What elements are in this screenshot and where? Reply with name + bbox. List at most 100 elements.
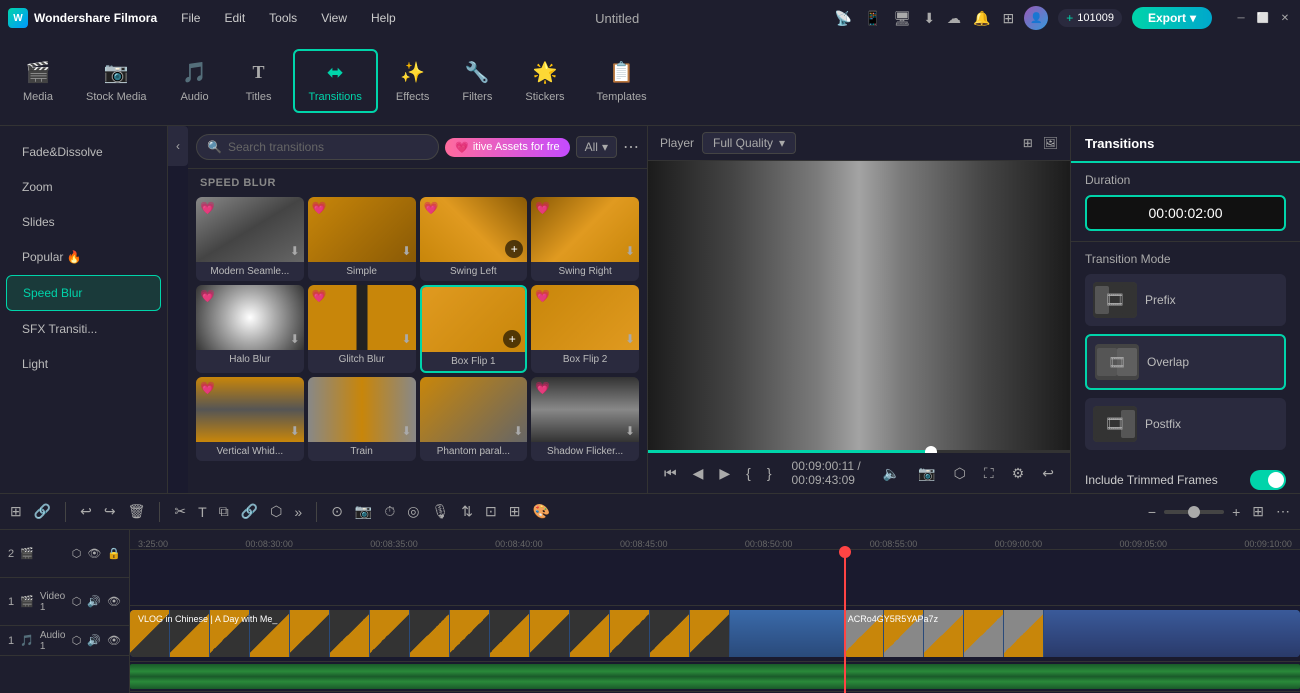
bell-icon[interactable]: 🔔 — [973, 10, 990, 27]
toolbar-stock-media[interactable]: 📷 Stock Media — [72, 51, 161, 111]
tl-stabilize-icon[interactable]: ◎ — [405, 501, 421, 522]
sidebar-item-slides[interactable]: Slides — [6, 205, 161, 239]
toolbar-effects[interactable]: ✨ Effects — [382, 51, 443, 111]
toolbar-titles[interactable]: T Titles — [229, 51, 289, 111]
export-button[interactable]: Export ▾ — [1132, 7, 1212, 29]
mode-prefix[interactable]: 🎞 Prefix — [1085, 274, 1286, 326]
download-icon[interactable]: ⬇ — [923, 10, 935, 27]
tl-magnet-icon[interactable]: 🔗 — [32, 501, 53, 522]
toolbar-audio[interactable]: 🎵 Audio — [165, 51, 225, 111]
transition-modern[interactable]: 💗 ⬇ Modern Seamle... — [196, 197, 304, 281]
transition-simple[interactable]: 💗 ⬇ Simple — [308, 197, 416, 281]
tl-undo-icon[interactable]: ↩ — [78, 501, 94, 522]
sidebar-item-light[interactable]: Light — [6, 347, 161, 381]
v1-eye-icon[interactable]: 👁 — [107, 595, 121, 608]
transition-phantom[interactable]: ⬇ Phantom paral... — [420, 377, 528, 461]
tl-split-icon[interactable]: ⊡ — [483, 501, 499, 522]
sidebar-item-sfx[interactable]: SFX Transiti... — [6, 312, 161, 346]
pip-icon[interactable]: ⬡ — [950, 463, 970, 484]
menu-tools[interactable]: Tools — [265, 9, 301, 27]
maximize-button[interactable]: ⬜ — [1256, 11, 1270, 25]
minimize-button[interactable]: ─ — [1234, 11, 1248, 25]
prev-icon2[interactable]: ↩ — [1038, 463, 1058, 484]
menu-edit[interactable]: Edit — [220, 9, 249, 27]
close-button[interactable]: ✕ — [1278, 11, 1292, 25]
tl-more2-icon[interactable]: ⋯ — [1274, 501, 1292, 522]
play-button[interactable]: ▶ — [715, 463, 734, 484]
transition-box2[interactable]: 💗 ⬇ Box Flip 2 — [531, 285, 639, 373]
tl-cut-icon[interactable]: ✂ — [172, 501, 188, 522]
wifi-icon[interactable]: 📡 — [835, 10, 852, 27]
v2-lock-icon[interactable]: 🔒 — [107, 547, 121, 560]
tl-color-icon[interactable]: 🎨 — [530, 501, 551, 522]
v1-split-icon[interactable]: ⬡ — [72, 595, 82, 608]
cloud-icon[interactable]: ☁ — [947, 10, 961, 27]
zoom-out-icon[interactable]: − — [1146, 502, 1158, 522]
sidebar-item-popular[interactable]: Popular 🔥 — [6, 240, 161, 274]
transition-glitch[interactable]: 💗 ⬇ Glitch Blur — [308, 285, 416, 373]
toolbar-media[interactable]: 🎬 Media — [8, 51, 68, 111]
transition-swing-right[interactable]: 💗 ⬇ Swing Right — [531, 197, 639, 281]
toolbar-templates[interactable]: 📋 Templates — [582, 51, 660, 111]
transition-shadow[interactable]: 💗 ⬇ Shadow Flicker... — [531, 377, 639, 461]
tl-motion-icon[interactable]: 📷 — [353, 501, 374, 522]
transition-box1[interactable]: + Box Flip 1 — [420, 285, 528, 373]
video-progress-handle[interactable] — [925, 446, 937, 453]
more-options-button[interactable]: ⋯ — [623, 137, 639, 157]
tl-audio-icon[interactable]: 🎙 — [430, 501, 452, 522]
tl-layout-icon[interactable]: ⊞ — [8, 501, 24, 522]
tl-speed-icon[interactable]: ⏱ — [382, 501, 397, 522]
v2-eye-icon[interactable]: 👁 — [87, 547, 101, 560]
toolbar-transitions[interactable]: ⬌ Transitions — [293, 49, 378, 113]
sidebar-item-zoom[interactable]: Zoom — [6, 170, 161, 204]
in-point-button[interactable]: { — [742, 463, 755, 483]
tl-effects-icon[interactable]: ⊙ — [329, 501, 345, 522]
zoom-slider[interactable] — [1164, 510, 1224, 514]
tl-group-icon[interactable]: ⬡ — [268, 501, 284, 522]
photo-icon[interactable]: 🖼 — [1043, 136, 1058, 150]
video-progress-bar[interactable] — [648, 450, 1070, 453]
grid-icon[interactable]: ⊞ — [1023, 136, 1033, 150]
filter-all-dropdown[interactable]: All ▾ — [576, 136, 617, 158]
audio-wave-strip[interactable] — [130, 664, 1300, 689]
video-clip-2[interactable]: ACRo4GY5R5YAPa7z — [844, 610, 1300, 657]
settings-icon[interactable]: ⚙ — [1008, 463, 1029, 484]
fullscreen-icon[interactable]: ⛶ — [980, 463, 998, 484]
mode-overlap[interactable]: 🎞 Overlap — [1085, 334, 1286, 390]
phone-icon[interactable]: 📱 — [864, 10, 881, 27]
premium-badge[interactable]: 💗 itive Assets for fre — [445, 138, 570, 157]
tl-delete-icon[interactable]: 🗑 — [126, 501, 148, 522]
extract-audio-icon[interactable]: 🔈 — [879, 463, 904, 484]
menu-file[interactable]: File — [177, 9, 204, 27]
transition-halo[interactable]: 💗 ⬇ Halo Blur — [196, 285, 304, 373]
v1-audio-icon[interactable]: 🔊 — [87, 595, 101, 608]
menu-help[interactable]: Help — [367, 9, 400, 27]
tl-grid-view-icon[interactable]: ⊞ — [1250, 501, 1266, 522]
out-point-button[interactable]: } — [763, 463, 776, 483]
prev-button[interactable]: ◀ — [689, 463, 708, 484]
a1-eye-icon[interactable]: 👁 — [107, 634, 121, 647]
playhead[interactable] — [844, 550, 846, 693]
toolbar-stickers[interactable]: 🌟 Stickers — [511, 51, 578, 111]
v2-split-icon[interactable]: ⬡ — [72, 547, 82, 560]
tl-mix-icon[interactable]: ⇅ — [459, 501, 475, 522]
avatar[interactable]: 👤 — [1024, 6, 1048, 30]
duration-input[interactable] — [1085, 195, 1286, 231]
transition-swing-left[interactable]: 💗 + Swing Left — [420, 197, 528, 281]
a1-mute-icon[interactable]: 🔊 — [87, 634, 101, 647]
sidebar-item-fade[interactable]: Fade&Dissolve — [6, 135, 161, 169]
toolbar-filters[interactable]: 🔧 Filters — [447, 51, 507, 111]
sidebar-collapse-button[interactable]: ‹ — [168, 126, 188, 166]
a1-split-icon[interactable]: ⬡ — [72, 634, 82, 647]
quality-dropdown[interactable]: Full Quality ▾ — [702, 132, 796, 154]
transition-vertical[interactable]: 💗 ⬇ Vertical Whid... — [196, 377, 304, 461]
zoom-in-icon[interactable]: + — [1230, 502, 1242, 522]
menu-view[interactable]: View — [317, 9, 351, 27]
snapshot-icon[interactable]: 📷 — [914, 463, 939, 484]
tl-more-icon[interactable]: » — [292, 502, 304, 522]
trimmed-toggle[interactable] — [1250, 470, 1286, 490]
tl-multi-icon[interactable]: ⊞ — [507, 501, 523, 522]
mode-postfix[interactable]: 🎞 Postfix — [1085, 398, 1286, 450]
search-box[interactable]: 🔍 Search transitions — [196, 134, 439, 160]
tl-link-icon[interactable]: 🔗 — [239, 501, 260, 522]
